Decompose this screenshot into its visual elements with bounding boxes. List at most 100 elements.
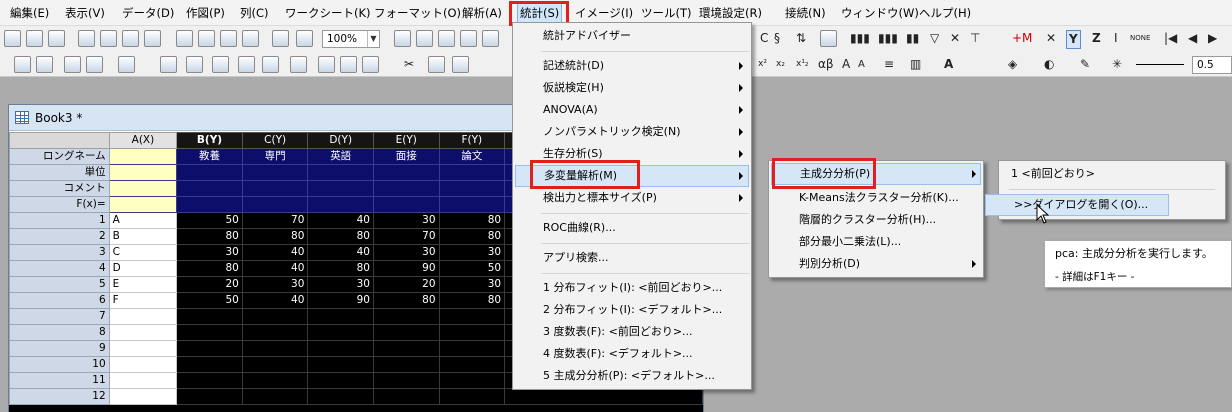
table-cell[interactable] <box>176 324 243 341</box>
table-cell[interactable] <box>307 372 374 389</box>
table-cell[interactable]: 40 <box>242 260 309 277</box>
table-cell[interactable] <box>108 324 178 341</box>
pin-icon[interactable] <box>86 56 103 73</box>
row-number[interactable]: 3 <box>9 244 110 261</box>
cell-longname-d[interactable]: 英語 <box>307 148 374 165</box>
table-cell[interactable]: D <box>108 260 178 277</box>
table-cell[interactable] <box>176 372 243 389</box>
table-cell[interactable]: C <box>108 244 178 261</box>
table-cell[interactable]: A <box>108 212 178 229</box>
table-cell[interactable] <box>176 196 243 213</box>
table-cell[interactable]: 70 <box>373 228 440 245</box>
new-graph-icon[interactable] <box>48 30 65 47</box>
table-cell[interactable] <box>439 196 506 213</box>
table-cell[interactable] <box>176 356 243 373</box>
set-y-icon[interactable]: Y <box>1066 30 1081 49</box>
table-cell[interactable]: 30 <box>439 276 506 293</box>
menu-item-power-sample-size[interactable]: 検出力と標本サイズ(P) <box>515 187 749 209</box>
line-style-preview[interactable] <box>1136 64 1184 65</box>
row-numbers-icon[interactable] <box>820 30 837 47</box>
line-width-field[interactable]: 0.5 <box>1192 56 1232 74</box>
pattern-icon[interactable]: ◐ <box>1044 56 1054 73</box>
row-header-longname[interactable]: ロングネーム <box>9 148 110 165</box>
table-cell[interactable]: 90 <box>307 292 374 309</box>
table-cell[interactable] <box>242 164 309 181</box>
new-function-icon[interactable] <box>100 30 117 47</box>
sort-icon[interactable]: § <box>774 30 780 47</box>
table-cell[interactable] <box>176 180 243 197</box>
table-cell[interactable]: 80 <box>176 228 243 245</box>
menu-item-hierarchical-cluster[interactable]: 階層的クラスター分析(H)... <box>771 209 981 231</box>
open-icon[interactable] <box>176 30 193 47</box>
cut-icon[interactable]: ✂ <box>404 56 414 73</box>
menu-connectivity[interactable]: 接続(N) <box>783 2 828 24</box>
menu-preferences[interactable]: 環境設定(R) <box>697 2 764 24</box>
menu-worksheet[interactable]: ワークシート(K) <box>283 2 373 24</box>
table-cell[interactable]: 90 <box>373 260 440 277</box>
table-cell[interactable] <box>242 180 309 197</box>
table-cell[interactable] <box>242 324 309 341</box>
table-cell[interactable] <box>176 340 243 357</box>
menu-tools[interactable]: ツール(T) <box>639 2 694 24</box>
column-header-f[interactable]: F(Y) <box>438 132 506 149</box>
menu-item-nonparametric[interactable]: ノンパラメトリック検定(N) <box>515 121 749 143</box>
filter-options-icon[interactable]: ⊤ <box>970 30 980 47</box>
table-cell[interactable]: 20 <box>176 276 243 293</box>
lock-icon[interactable] <box>64 56 81 73</box>
menu-format[interactable]: フォーマット(O) <box>372 2 463 24</box>
row-number[interactable]: 10 <box>9 356 110 373</box>
table-cell[interactable] <box>242 308 309 325</box>
table-cell[interactable] <box>307 324 374 341</box>
table-cell[interactable]: E <box>108 276 178 293</box>
table-cell[interactable]: 80 <box>307 228 374 245</box>
table-cell[interactable] <box>108 164 178 181</box>
table-cell[interactable]: 80 <box>439 212 506 229</box>
new-matrix-icon[interactable] <box>78 30 95 47</box>
super-sub-icon[interactable]: x¹₂ <box>796 56 809 73</box>
save-icon[interactable] <box>220 30 237 47</box>
print-icon[interactable] <box>394 30 411 47</box>
zoom-combo[interactable]: 100% ▼ <box>322 30 380 48</box>
menu-item-pca[interactable]: 主成分分析(P) <box>771 163 981 185</box>
table-cell[interactable] <box>108 356 178 373</box>
set-none-icon[interactable]: NONE <box>1130 30 1150 47</box>
table-cell[interactable] <box>108 340 178 357</box>
import-excel-icon[interactable] <box>212 56 229 73</box>
table-cell[interactable] <box>439 372 506 389</box>
table-cell[interactable] <box>108 372 178 389</box>
command-window-icon[interactable] <box>482 30 499 47</box>
menu-item-pca-last-used[interactable]: 1 <前回どおり> <box>1001 163 1223 185</box>
table-cell[interactable] <box>307 308 374 325</box>
align-icon[interactable]: ≡ <box>884 56 894 73</box>
row-number[interactable]: 5 <box>9 276 110 293</box>
table-cell[interactable] <box>439 340 506 357</box>
superscript-icon[interactable]: x² <box>758 56 767 73</box>
clipboard-icon[interactable] <box>318 56 335 73</box>
results-log-icon[interactable] <box>460 30 477 47</box>
table-cell[interactable]: 80 <box>176 260 243 277</box>
table-cell[interactable] <box>307 196 374 213</box>
new-layout-icon[interactable] <box>122 30 139 47</box>
subscript-icon[interactable]: x₂ <box>776 56 785 73</box>
row-header-units[interactable]: 単位 <box>9 164 110 181</box>
new-project-icon[interactable] <box>4 30 21 47</box>
column-header-c[interactable]: C(Y) <box>241 132 309 149</box>
row-number[interactable]: 9 <box>9 340 110 357</box>
table-cell[interactable] <box>176 164 243 181</box>
menu-statistics[interactable]: 統計(S) <box>517 2 563 24</box>
table-cell[interactable] <box>373 164 440 181</box>
table-cell[interactable] <box>373 372 440 389</box>
menu-edit[interactable]: 編集(E) <box>8 2 51 24</box>
menu-item-stat-advisor[interactable]: 統計アドバイザー <box>515 25 749 47</box>
row-number[interactable]: 11 <box>9 372 110 389</box>
set-x-icon[interactable]: ✕ <box>1046 30 1056 47</box>
column-header-b[interactable]: B(Y) <box>176 132 243 149</box>
fill-color-icon[interactable]: ◈ <box>1008 56 1017 73</box>
table-cell[interactable] <box>373 356 440 373</box>
table-cell[interactable]: 80 <box>439 292 506 309</box>
table-cell[interactable]: 40 <box>307 212 374 229</box>
menu-window[interactable]: ウィンドウ(W) <box>839 2 921 24</box>
export-icon[interactable] <box>290 56 307 73</box>
first-icon[interactable]: |◀ <box>1164 30 1177 47</box>
prev-icon[interactable]: ◀ <box>1188 30 1197 47</box>
